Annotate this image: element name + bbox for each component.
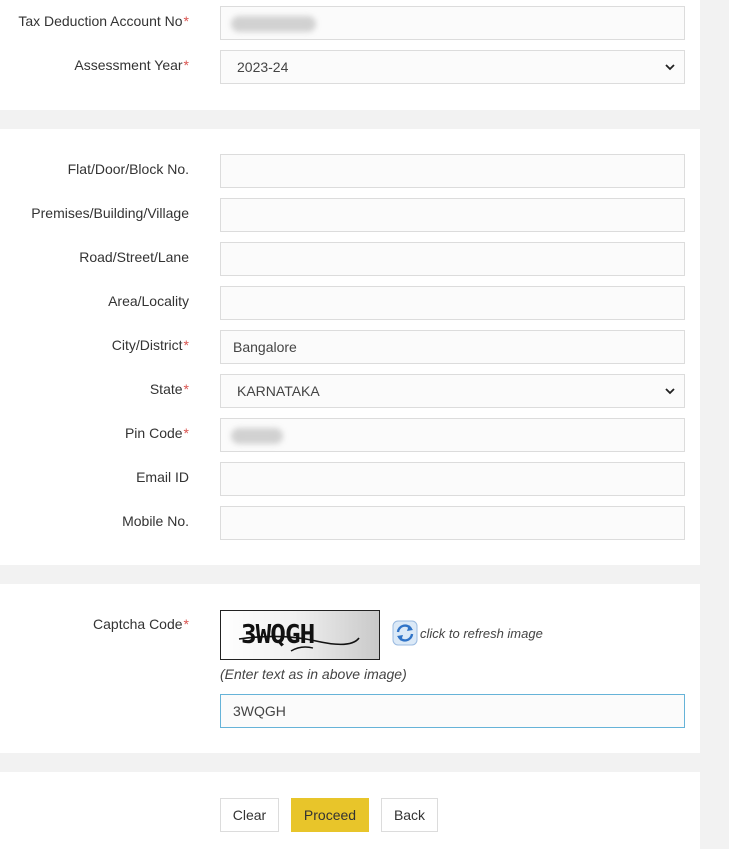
required-marker: * xyxy=(183,425,189,441)
road-label: Road/Street/Lane xyxy=(79,249,189,265)
area-row: Area/Locality xyxy=(0,286,700,320)
flat-label: Flat/Door/Block No. xyxy=(67,161,189,177)
assessment-year-select[interactable]: 2023-24 xyxy=(220,50,685,84)
road-input[interactable] xyxy=(220,242,685,276)
captcha-image: 3WQGH xyxy=(220,610,380,660)
email-input[interactable] xyxy=(220,462,685,496)
required-marker: * xyxy=(183,616,189,632)
city-label: City/District* xyxy=(111,337,189,353)
pin-row: Pin Code* xyxy=(0,418,700,452)
captcha-input[interactable] xyxy=(220,694,685,728)
email-label: Email ID xyxy=(136,469,189,485)
state-label: State* xyxy=(149,381,189,397)
flat-row: Flat/Door/Block No. xyxy=(0,154,700,188)
road-row: Road/Street/Lane xyxy=(0,242,700,276)
tan-panel: Tax Deduction Account No* Assessment Yea… xyxy=(0,0,700,110)
captcha-noise-lines xyxy=(238,635,360,652)
pin-label: Pin Code* xyxy=(124,425,189,441)
actions-panel: Clear Proceed Back xyxy=(0,772,700,849)
required-marker: * xyxy=(183,337,189,353)
state-select[interactable]: KARNATAKA xyxy=(220,374,685,408)
mobile-row: Mobile No. xyxy=(0,506,700,540)
redacted-value xyxy=(231,428,283,444)
proceed-button[interactable]: Proceed xyxy=(291,798,369,832)
redacted-value xyxy=(231,16,316,32)
state-row: State* KARNATAKA xyxy=(0,374,700,408)
area-input[interactable] xyxy=(220,286,685,320)
refresh-captcha-button[interactable]: click to refresh image xyxy=(392,620,543,646)
city-row: City/District* xyxy=(0,330,700,364)
required-marker: * xyxy=(183,381,189,397)
address-panel: Flat/Door/Block No. Premises/Building/Vi… xyxy=(0,129,700,565)
email-row: Email ID xyxy=(0,462,700,496)
tan-input[interactable] xyxy=(220,6,685,40)
pin-input[interactable] xyxy=(220,418,685,452)
premises-row: Premises/Building/Village xyxy=(0,198,700,232)
state-value: KARNATAKA xyxy=(237,383,320,399)
refresh-icon xyxy=(392,620,418,646)
back-button[interactable]: Back xyxy=(381,798,438,832)
mobile-input[interactable] xyxy=(220,506,685,540)
captcha-panel: Captcha Code* 3WQGH click to refresh ima… xyxy=(0,584,700,753)
area-label: Area/Locality xyxy=(108,293,189,309)
tan-label: Tax Deduction Account No* xyxy=(18,13,189,29)
mobile-label: Mobile No. xyxy=(122,513,189,529)
assessment-year-label: Assessment Year* xyxy=(74,57,189,73)
premises-input[interactable] xyxy=(220,198,685,232)
chevron-down-icon xyxy=(665,64,675,71)
clear-button[interactable]: Clear xyxy=(220,798,279,832)
required-marker: * xyxy=(183,13,189,29)
flat-input[interactable] xyxy=(220,154,685,188)
city-input[interactable] xyxy=(220,330,685,364)
required-marker: * xyxy=(183,57,189,73)
tan-row: Tax Deduction Account No* xyxy=(0,6,700,40)
refresh-label: click to refresh image xyxy=(420,625,543,641)
assessment-year-row: Assessment Year* 2023-24 xyxy=(0,50,700,84)
chevron-down-icon xyxy=(665,388,675,395)
assessment-year-value: 2023-24 xyxy=(237,59,289,75)
premises-label: Premises/Building/Village xyxy=(31,205,189,221)
captcha-label: Captcha Code* xyxy=(93,616,189,632)
captcha-hint: (Enter text as in above image) xyxy=(220,666,407,682)
